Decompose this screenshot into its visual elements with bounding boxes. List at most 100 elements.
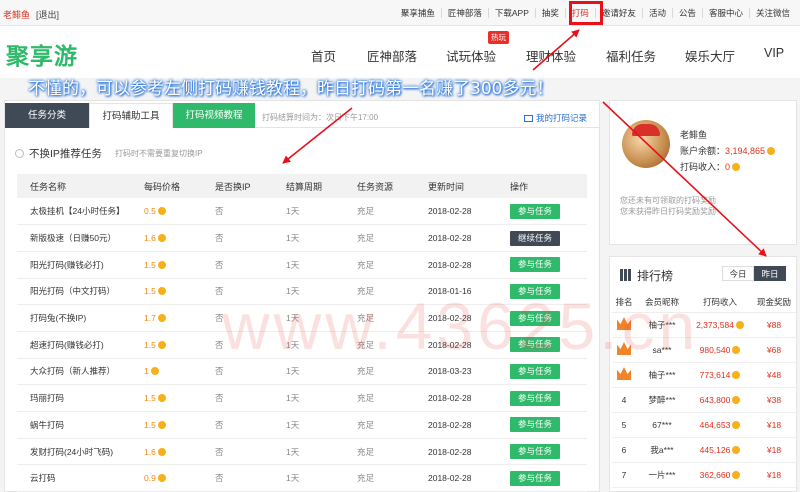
nav-tribe[interactable]: 匠神部落 — [367, 46, 417, 65]
rank-income: 362,660 — [688, 462, 752, 488]
rank-income-value: 980,540 — [699, 344, 731, 355]
income-label: 打码收入： — [680, 162, 726, 172]
coin-icon — [157, 474, 166, 483]
top-link-activity[interactable]: 活动 — [641, 8, 672, 18]
ranking-row: 6 我a*** 445,126 ¥18 — [612, 437, 796, 463]
bar-chart-icon — [620, 269, 632, 281]
task-price-value: 1.5 — [144, 259, 156, 270]
task-ip: 否 — [202, 198, 273, 226]
coin-icon — [732, 345, 741, 354]
rank-reward: ¥68 — [752, 337, 796, 363]
table-row: 蜗牛打码 1.5 否 1天 充足 2018-02-28 参与任务 — [17, 411, 587, 439]
task-ip: 否 — [202, 278, 273, 306]
top-bar: 老鲱鱼 [退出] 聚享捕鱼 匠神部落 下载APP 抽奖 打码 邀请好友 活动 公… — [0, 0, 800, 26]
nav-entertainment[interactable]: 娱乐大厅 — [685, 46, 735, 65]
join-task-button[interactable]: 继续任务 — [510, 230, 560, 246]
settlement-note: 打码结算时间为：次日下午17:00 — [262, 113, 379, 122]
radio-icon — [15, 149, 24, 158]
task-ip: 否 — [202, 358, 273, 386]
task-cycle: 1天 — [273, 224, 344, 252]
task-price-value: 0.5 — [144, 206, 156, 217]
top-link-lottery[interactable]: 抽奖 — [534, 8, 565, 18]
task-action-cell: 参与任务 — [497, 438, 587, 466]
join-task-button[interactable]: 参与任务 — [510, 257, 560, 273]
coin-icon — [732, 163, 741, 171]
crown-icon — [617, 367, 631, 380]
coin-icon — [157, 207, 166, 216]
nav-vip[interactable]: VIP — [764, 46, 784, 60]
top-link-service[interactable]: 客服中心 — [701, 8, 749, 18]
table-row: 太极挂机【24小时任务】 0.5 否 1天 充足 2018-02-28 参与任务 — [17, 198, 587, 226]
task-action-cell: 参与任务 — [497, 411, 587, 439]
task-ip: 否 — [202, 251, 273, 279]
ranking-row: 柚子*** 2,373,584 ¥88 — [612, 312, 796, 338]
site-logo[interactable]: 聚享游 — [6, 37, 78, 71]
join-task-button[interactable]: 参与任务 — [510, 310, 560, 326]
task-price-value: 1.5 — [144, 419, 156, 430]
join-task-button[interactable]: 参与任务 — [510, 337, 560, 353]
task-tabs: 任务分类 打码辅助工具 打码视频教程 打码结算时间为：次日下午17:00 我的打… — [5, 101, 599, 128]
hot-badge: 热玩 — [488, 31, 509, 44]
rank-nickname: 一片*** — [636, 462, 688, 488]
col-price: 每码价格 — [131, 174, 202, 198]
task-resource: 充足 — [344, 304, 415, 332]
task-price-value: 1.6 — [144, 446, 156, 457]
section-title[interactable]: 不换IP推荐任务 — [15, 146, 102, 161]
rank-income: 2,373,584 — [688, 312, 752, 338]
rank-cell — [612, 337, 636, 363]
task-name: 超速打码(赚钱必打) — [17, 331, 131, 359]
task-name: 阳光打码(赚钱必打) — [17, 251, 131, 279]
task-panel: 任务分类 打码辅助工具 打码视频教程 打码结算时间为：次日下午17:00 我的打… — [4, 100, 600, 492]
rank-reward: ¥88 — [752, 312, 796, 338]
task-ip: 否 — [202, 304, 273, 332]
task-cycle: 1天 — [273, 384, 344, 412]
rank-cell: 5 — [612, 412, 636, 438]
top-link-tribe[interactable]: 匠神部落 — [440, 8, 488, 18]
logout-link[interactable]: [退出] — [36, 8, 59, 21]
top-link-download-app[interactable]: 下载APP — [487, 8, 535, 18]
task-updated: 2018-02-28 — [415, 411, 497, 439]
task-cycle: 1天 — [273, 464, 344, 492]
my-record-link[interactable]: 我的打码记录 — [524, 112, 587, 124]
task-updated: 2018-02-28 — [415, 331, 497, 359]
task-price: 1.5 — [131, 411, 202, 439]
join-task-button[interactable]: 参与任务 — [510, 203, 560, 219]
tab-helper-tools[interactable]: 打码辅助工具 — [89, 103, 173, 128]
task-name: 玛丽打码 — [17, 384, 131, 412]
task-price: 1.6 — [131, 224, 202, 252]
task-updated: 2018-02-28 — [415, 384, 497, 412]
join-task-button[interactable]: 参与任务 — [510, 390, 560, 406]
reward-note-2: 您未获得昨日打码奖励奖励 — [620, 207, 716, 216]
coin-icon — [767, 147, 776, 155]
task-price: 1.7 — [131, 304, 202, 332]
task-action-cell: 参与任务 — [497, 331, 587, 359]
join-task-button[interactable]: 参与任务 — [510, 363, 560, 379]
coin-icon — [732, 420, 741, 429]
ranking-tab-today[interactable]: 今日 — [722, 266, 754, 281]
top-link-fishing[interactable]: 聚享捕鱼 — [395, 8, 441, 18]
task-updated: 2018-02-28 — [415, 438, 497, 466]
ranking-header: 排名 会员昵称 打码收入 现金奖励 — [612, 292, 796, 313]
nav-welfare[interactable]: 福利任务 — [606, 46, 656, 65]
nav-finance[interactable]: 理财体验 — [526, 46, 576, 65]
task-cycle: 1天 — [273, 411, 344, 439]
col-rank: 排名 — [612, 292, 636, 313]
table-row: 超速打码(赚钱必打) 1.5 否 1天 充足 2018-02-28 参与任务 — [17, 331, 587, 359]
coin-icon — [157, 260, 166, 269]
top-link-wechat[interactable]: 关注微信 — [748, 8, 796, 18]
tab-task-category[interactable]: 任务分类 — [5, 103, 89, 128]
join-task-button[interactable]: 参与任务 — [510, 470, 560, 486]
col-nickname: 会员昵称 — [636, 292, 688, 313]
rank-nickname: 梦醉*** — [636, 387, 688, 413]
top-link-notice[interactable]: 公告 — [671, 8, 702, 18]
username-link[interactable]: 老鲱鱼 — [3, 8, 30, 21]
section-title-text: 不换IP推荐任务 — [29, 148, 102, 160]
join-task-button[interactable]: 参与任务 — [510, 444, 560, 460]
tab-video-tutorial[interactable]: 打码视频教程 — [173, 103, 255, 128]
ranking-tab-yesterday[interactable]: 昨日 — [754, 266, 786, 281]
coin-icon — [735, 320, 744, 329]
join-task-button[interactable]: 参与任务 — [510, 417, 560, 433]
nav-trial[interactable]: 试玩体验 — [446, 46, 496, 65]
join-task-button[interactable]: 参与任务 — [510, 283, 560, 299]
nav-home[interactable]: 首页 — [311, 46, 336, 65]
